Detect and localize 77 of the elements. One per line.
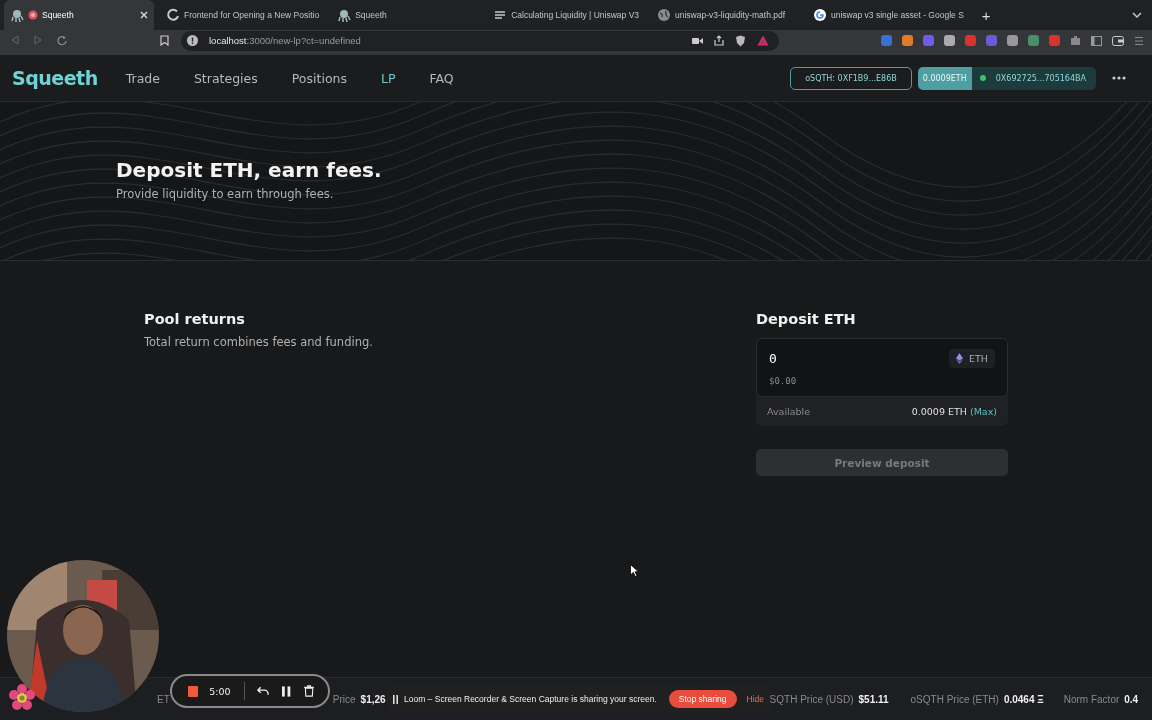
loading-icon: [166, 8, 180, 22]
browser-tab[interactable]: Squeeth: [331, 0, 482, 30]
squid-icon: [337, 8, 352, 22]
stat-label: Norm Factor: [1063, 693, 1120, 705]
extension-icon[interactable]: [1007, 35, 1018, 46]
token-address-button[interactable]: oSQTH: 0XF1B9...E86B: [790, 66, 912, 90]
google-icon: [813, 8, 828, 22]
section-title: Pool returns: [144, 311, 246, 327]
section-title: Deposit ETH: [756, 311, 857, 327]
stat-label: Price: [332, 693, 356, 705]
extension-icon[interactable]: [1028, 35, 1039, 46]
document-icon: [493, 8, 508, 22]
stat-label: oSQTH Price (ETH): [910, 693, 999, 705]
nav-link[interactable]: Positions: [291, 70, 347, 86]
browser-tab[interactable]: Squeeth: [4, 0, 154, 30]
extension-icon[interactable]: [986, 35, 997, 46]
stat-value: 0.0464 Ξ: [1003, 693, 1044, 705]
browser-tab[interactable]: Frontend for Opening a New Positio: [160, 0, 326, 30]
extension-icon[interactable]: [944, 35, 955, 46]
sidebar-icon[interactable]: [1091, 35, 1102, 46]
available-balance: 0.0009 ETH: [911, 406, 967, 417]
extension-icon[interactable]: [881, 35, 892, 46]
pause-icon: [393, 694, 398, 704]
browser-tab[interactable]: uniswap v3 single asset - Google S: [807, 0, 970, 30]
flower-logo-icon[interactable]: [7, 683, 37, 713]
recording-timer: 5:00: [209, 685, 231, 697]
amount-value: 0: [769, 351, 777, 366]
reload-icon[interactable]: [56, 35, 67, 46]
nav-link[interactable]: Trade: [125, 70, 160, 86]
stat-label: ET: [157, 693, 170, 705]
chevron-down-icon[interactable]: [1132, 12, 1142, 18]
url-text: localhost:3000/new-lp?ct=undefined: [209, 35, 361, 46]
usd-value: $0.00: [769, 376, 798, 386]
browser-tab[interactable]: uniswap-v3-liquidity-math.pdf: [651, 0, 802, 30]
cursor-icon: [630, 564, 639, 577]
info-icon: [187, 35, 198, 46]
balance-chip: 0.0009ETH: [917, 66, 972, 90]
triangle-icon[interactable]: [757, 35, 769, 46]
close-icon[interactable]: [140, 11, 148, 19]
more-icon[interactable]: [1112, 76, 1126, 80]
page-heading: Deposit ETH, earn fees.: [116, 158, 383, 182]
camera-icon[interactable]: [692, 36, 703, 45]
stat-value: $1,26: [360, 693, 386, 705]
nav-link[interactable]: FAQ: [429, 70, 454, 86]
browser-tab[interactable]: Calculating Liquidity | Uniswap V3: [487, 0, 646, 30]
logo[interactable]: Squeeth: [12, 67, 98, 89]
extension-icon[interactable]: [902, 35, 913, 46]
section-subtitle: Total return combines fees and funding.: [144, 335, 374, 349]
bookmark-icon[interactable]: [160, 35, 169, 46]
undo-icon[interactable]: [257, 686, 270, 696]
stat-value: $51.11: [858, 693, 889, 705]
pause-icon[interactable]: [282, 685, 291, 697]
trash-icon[interactable]: [303, 685, 314, 697]
squid-icon: [10, 8, 24, 22]
share-icon[interactable]: [714, 35, 724, 46]
stop-sharing-button[interactable]: Stop sharing: [668, 690, 737, 708]
lion-shield-icon[interactable]: [735, 34, 746, 47]
hide-link[interactable]: Hide: [746, 694, 764, 704]
ethereum-icon: [956, 353, 964, 364]
menu-icon[interactable]: [1134, 35, 1144, 46]
sharing-message: Loom – Screen Recorder & Screen Capture is sharing your screen.: [404, 694, 657, 704]
extension-icon[interactable]: [965, 35, 976, 46]
stop-record-button[interactable]: [188, 685, 199, 697]
puzzle-icon[interactable]: [1070, 35, 1081, 46]
wallet-icon[interactable]: [1112, 35, 1124, 46]
extension-icon[interactable]: [1049, 35, 1060, 46]
nav-link[interactable]: LP: [380, 70, 396, 86]
wallet-button[interactable]: 0X692725...705164BA: [971, 66, 1096, 90]
new-tab-button[interactable]: +: [981, 6, 991, 24]
nav-link[interactable]: Strategies: [193, 70, 258, 86]
available-label: Available: [767, 406, 810, 417]
stat-value: 0.4: [1124, 693, 1139, 705]
address-bar[interactable]: localhost:3000/new-lp?ct=undefined: [181, 30, 779, 51]
page-subtitle: Provide liquidity to earn through fees.: [116, 187, 335, 201]
extension-icon[interactable]: [923, 35, 934, 46]
globe-icon: [657, 8, 672, 22]
stat-label: SQTH Price (USD): [769, 693, 854, 705]
